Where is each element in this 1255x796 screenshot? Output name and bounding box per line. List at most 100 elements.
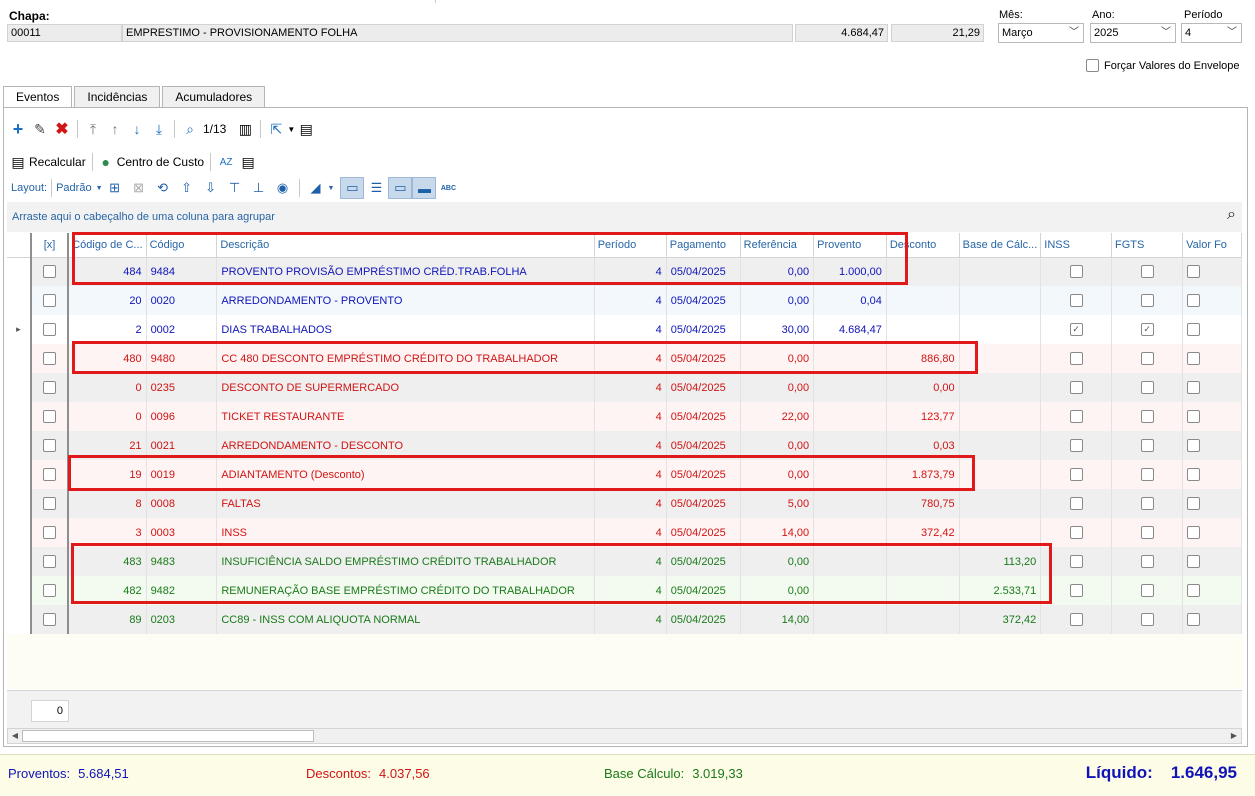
row-select-checkbox[interactable] — [43, 526, 57, 539]
row-select-cell[interactable] — [30, 257, 70, 286]
fgts-checkbox[interactable] — [1140, 265, 1154, 279]
value2-field[interactable]: 21,29 — [891, 24, 984, 42]
cell-referencia[interactable]: 0,00 — [740, 286, 815, 315]
cell-desconto[interactable] — [886, 605, 960, 634]
cell-provento[interactable] — [813, 489, 887, 518]
cell-provento[interactable] — [813, 402, 887, 431]
unpin-icon[interactable]: ⊥ — [247, 177, 271, 199]
column-header-descricao[interactable]: Descrição — [216, 233, 595, 258]
cell-provento[interactable]: 1.000,00 — [813, 257, 887, 286]
tab-incidencias[interactable]: Incidências — [74, 86, 161, 107]
cell-inss[interactable] — [1040, 547, 1113, 576]
cell-codigo-c[interactable]: 2 — [68, 315, 147, 344]
chevron-down-icon[interactable]: ▼ — [328, 185, 335, 192]
inss-checkbox[interactable] — [1069, 410, 1083, 423]
cell-descricao[interactable]: PROVENTO PROVISÃO EMPRÉSTIMO CRÉD.TRAB.F… — [216, 257, 595, 286]
cell-referencia[interactable]: 0,00 — [740, 576, 815, 605]
cell-base[interactable] — [959, 431, 1042, 460]
cell-pagamento[interactable]: 05/04/2025 — [666, 344, 741, 373]
row-select-checkbox[interactable] — [43, 613, 57, 626]
cell-valor-fo[interactable] — [1182, 315, 1242, 344]
cell-referencia[interactable]: 14,00 — [740, 605, 815, 634]
cell-codigo-c[interactable]: 0 — [68, 373, 147, 402]
row-select-cell[interactable] — [30, 315, 70, 344]
table-row[interactable]: 8 0008 FALTAS 4 05/04/2025 5,00 780,75 — [7, 489, 1242, 518]
inss-checkbox[interactable] — [1069, 613, 1083, 626]
fgts-checkbox[interactable] — [1140, 381, 1154, 394]
cell-codigo[interactable]: 0008 — [146, 489, 218, 518]
cell-codigo-c[interactable]: 484 — [68, 257, 147, 286]
inss-checkbox[interactable] — [1069, 497, 1083, 510]
cell-periodo[interactable]: 4 — [594, 605, 667, 634]
tab-acumuladores[interactable]: Acumuladores — [162, 86, 266, 107]
row-select-checkbox[interactable] — [43, 265, 57, 279]
column-header-fgts[interactable]: FGTS — [1111, 233, 1184, 258]
cell-fgts[interactable] — [1111, 431, 1184, 460]
fgts-checkbox[interactable] — [1140, 468, 1154, 481]
row-select-cell[interactable] — [30, 344, 70, 373]
table-row[interactable]: 3 0003 INSS 4 05/04/2025 14,00 372,42 — [7, 518, 1242, 547]
cell-codigo[interactable]: 9483 — [146, 547, 218, 576]
cell-pagamento[interactable]: 05/04/2025 — [666, 257, 741, 286]
value1-field[interactable]: 4.684,47 — [795, 24, 888, 42]
cell-inss[interactable] — [1040, 344, 1113, 373]
column-header-codigo[interactable]: Código — [146, 233, 218, 258]
cell-base[interactable]: 113,20 — [959, 547, 1042, 576]
cell-codigo[interactable]: 0021 — [146, 431, 218, 460]
cell-pagamento[interactable]: 05/04/2025 — [666, 402, 741, 431]
cell-codigo[interactable]: 0003 — [146, 518, 218, 547]
cell-periodo[interactable]: 4 — [594, 489, 667, 518]
fgts-checkbox[interactable] — [1140, 410, 1154, 423]
cell-codigo[interactable]: 0019 — [146, 460, 218, 489]
cell-pagamento[interactable]: 05/04/2025 — [666, 460, 741, 489]
cell-fgts[interactable] — [1111, 460, 1184, 489]
valor-fo-checkbox[interactable] — [1187, 410, 1201, 423]
group-by-panel[interactable]: Arraste aqui o cabeçalho de uma coluna p… — [7, 202, 1242, 232]
add-icon[interactable]: + — [7, 118, 29, 140]
cell-provento[interactable] — [813, 605, 887, 634]
row-select-cell[interactable] — [30, 402, 70, 431]
cell-valor-fo[interactable] — [1182, 257, 1242, 286]
row-select-cell[interactable] — [30, 431, 70, 460]
cell-descricao[interactable]: DESCONTO DE SUPERMERCADO — [216, 373, 595, 402]
edit-icon[interactable]: ✎ — [29, 118, 51, 140]
table-row[interactable]: 480 9480 CC 480 DESCONTO EMPRÉSTIMO CRÉDIT… — [7, 344, 1242, 373]
cell-codigo-c[interactable]: 19 — [68, 460, 147, 489]
valor-fo-checkbox[interactable] — [1187, 439, 1201, 452]
cell-desconto[interactable]: 0,03 — [886, 431, 960, 460]
fgts-checkbox[interactable]: ✓ — [1140, 323, 1154, 336]
row-select-checkbox[interactable] — [43, 323, 57, 336]
cell-descricao[interactable]: ARREDONDAMENTO - PROVENTO — [216, 286, 595, 315]
cell-referencia[interactable]: 0,00 — [740, 431, 815, 460]
cell-provento[interactable] — [813, 460, 887, 489]
ano-select[interactable]: 2025 ﹀ — [1090, 23, 1176, 43]
inss-checkbox[interactable]: ✓ — [1069, 323, 1083, 336]
cell-periodo[interactable]: 4 — [594, 460, 667, 489]
row-select-cell[interactable] — [30, 547, 70, 576]
cell-valor-fo[interactable] — [1182, 286, 1242, 315]
inss-checkbox[interactable] — [1069, 526, 1083, 539]
table-row[interactable]: 21 0021 ARREDONDAMENTO - DESCONTO 4 05/04/20… — [7, 431, 1242, 460]
move-down-icon[interactable]: ↓ — [126, 118, 148, 140]
cell-fgts[interactable] — [1111, 605, 1184, 634]
fgts-checkbox[interactable] — [1140, 555, 1154, 568]
cell-inss[interactable] — [1040, 286, 1113, 315]
cell-valor-fo[interactable] — [1182, 344, 1242, 373]
fgts-checkbox[interactable] — [1140, 613, 1154, 626]
cell-pagamento[interactable]: 05/04/2025 — [666, 315, 741, 344]
cell-descricao[interactable]: CC 480 DESCONTO EMPRÉSTIMO CRÉDITO DO TR… — [216, 344, 595, 373]
cell-inss[interactable]: ✓ — [1040, 315, 1113, 344]
cell-base[interactable] — [959, 460, 1042, 489]
cell-fgts[interactable] — [1111, 373, 1184, 402]
table-row[interactable]: ▸ 2 0002 DIAS TRABALHADOS 4 05/04/2025 30,00 4.… — [7, 315, 1242, 344]
table-row[interactable]: 89 0203 CC89 - INSS COM ALIQUOTA NORMAL 4 05… — [7, 605, 1242, 634]
cell-valor-fo[interactable] — [1182, 373, 1242, 402]
fgts-checkbox[interactable] — [1140, 294, 1154, 307]
row-select-checkbox[interactable] — [43, 381, 57, 394]
cell-valor-fo[interactable] — [1182, 431, 1242, 460]
cell-descricao[interactable]: TICKET RESTAURANTE — [216, 402, 595, 431]
row-select-checkbox[interactable] — [43, 294, 57, 307]
color-icon[interactable]: ◉ — [271, 177, 295, 199]
cell-codigo-c[interactable]: 480 — [68, 344, 147, 373]
cell-codigo-c[interactable]: 3 — [68, 518, 147, 547]
